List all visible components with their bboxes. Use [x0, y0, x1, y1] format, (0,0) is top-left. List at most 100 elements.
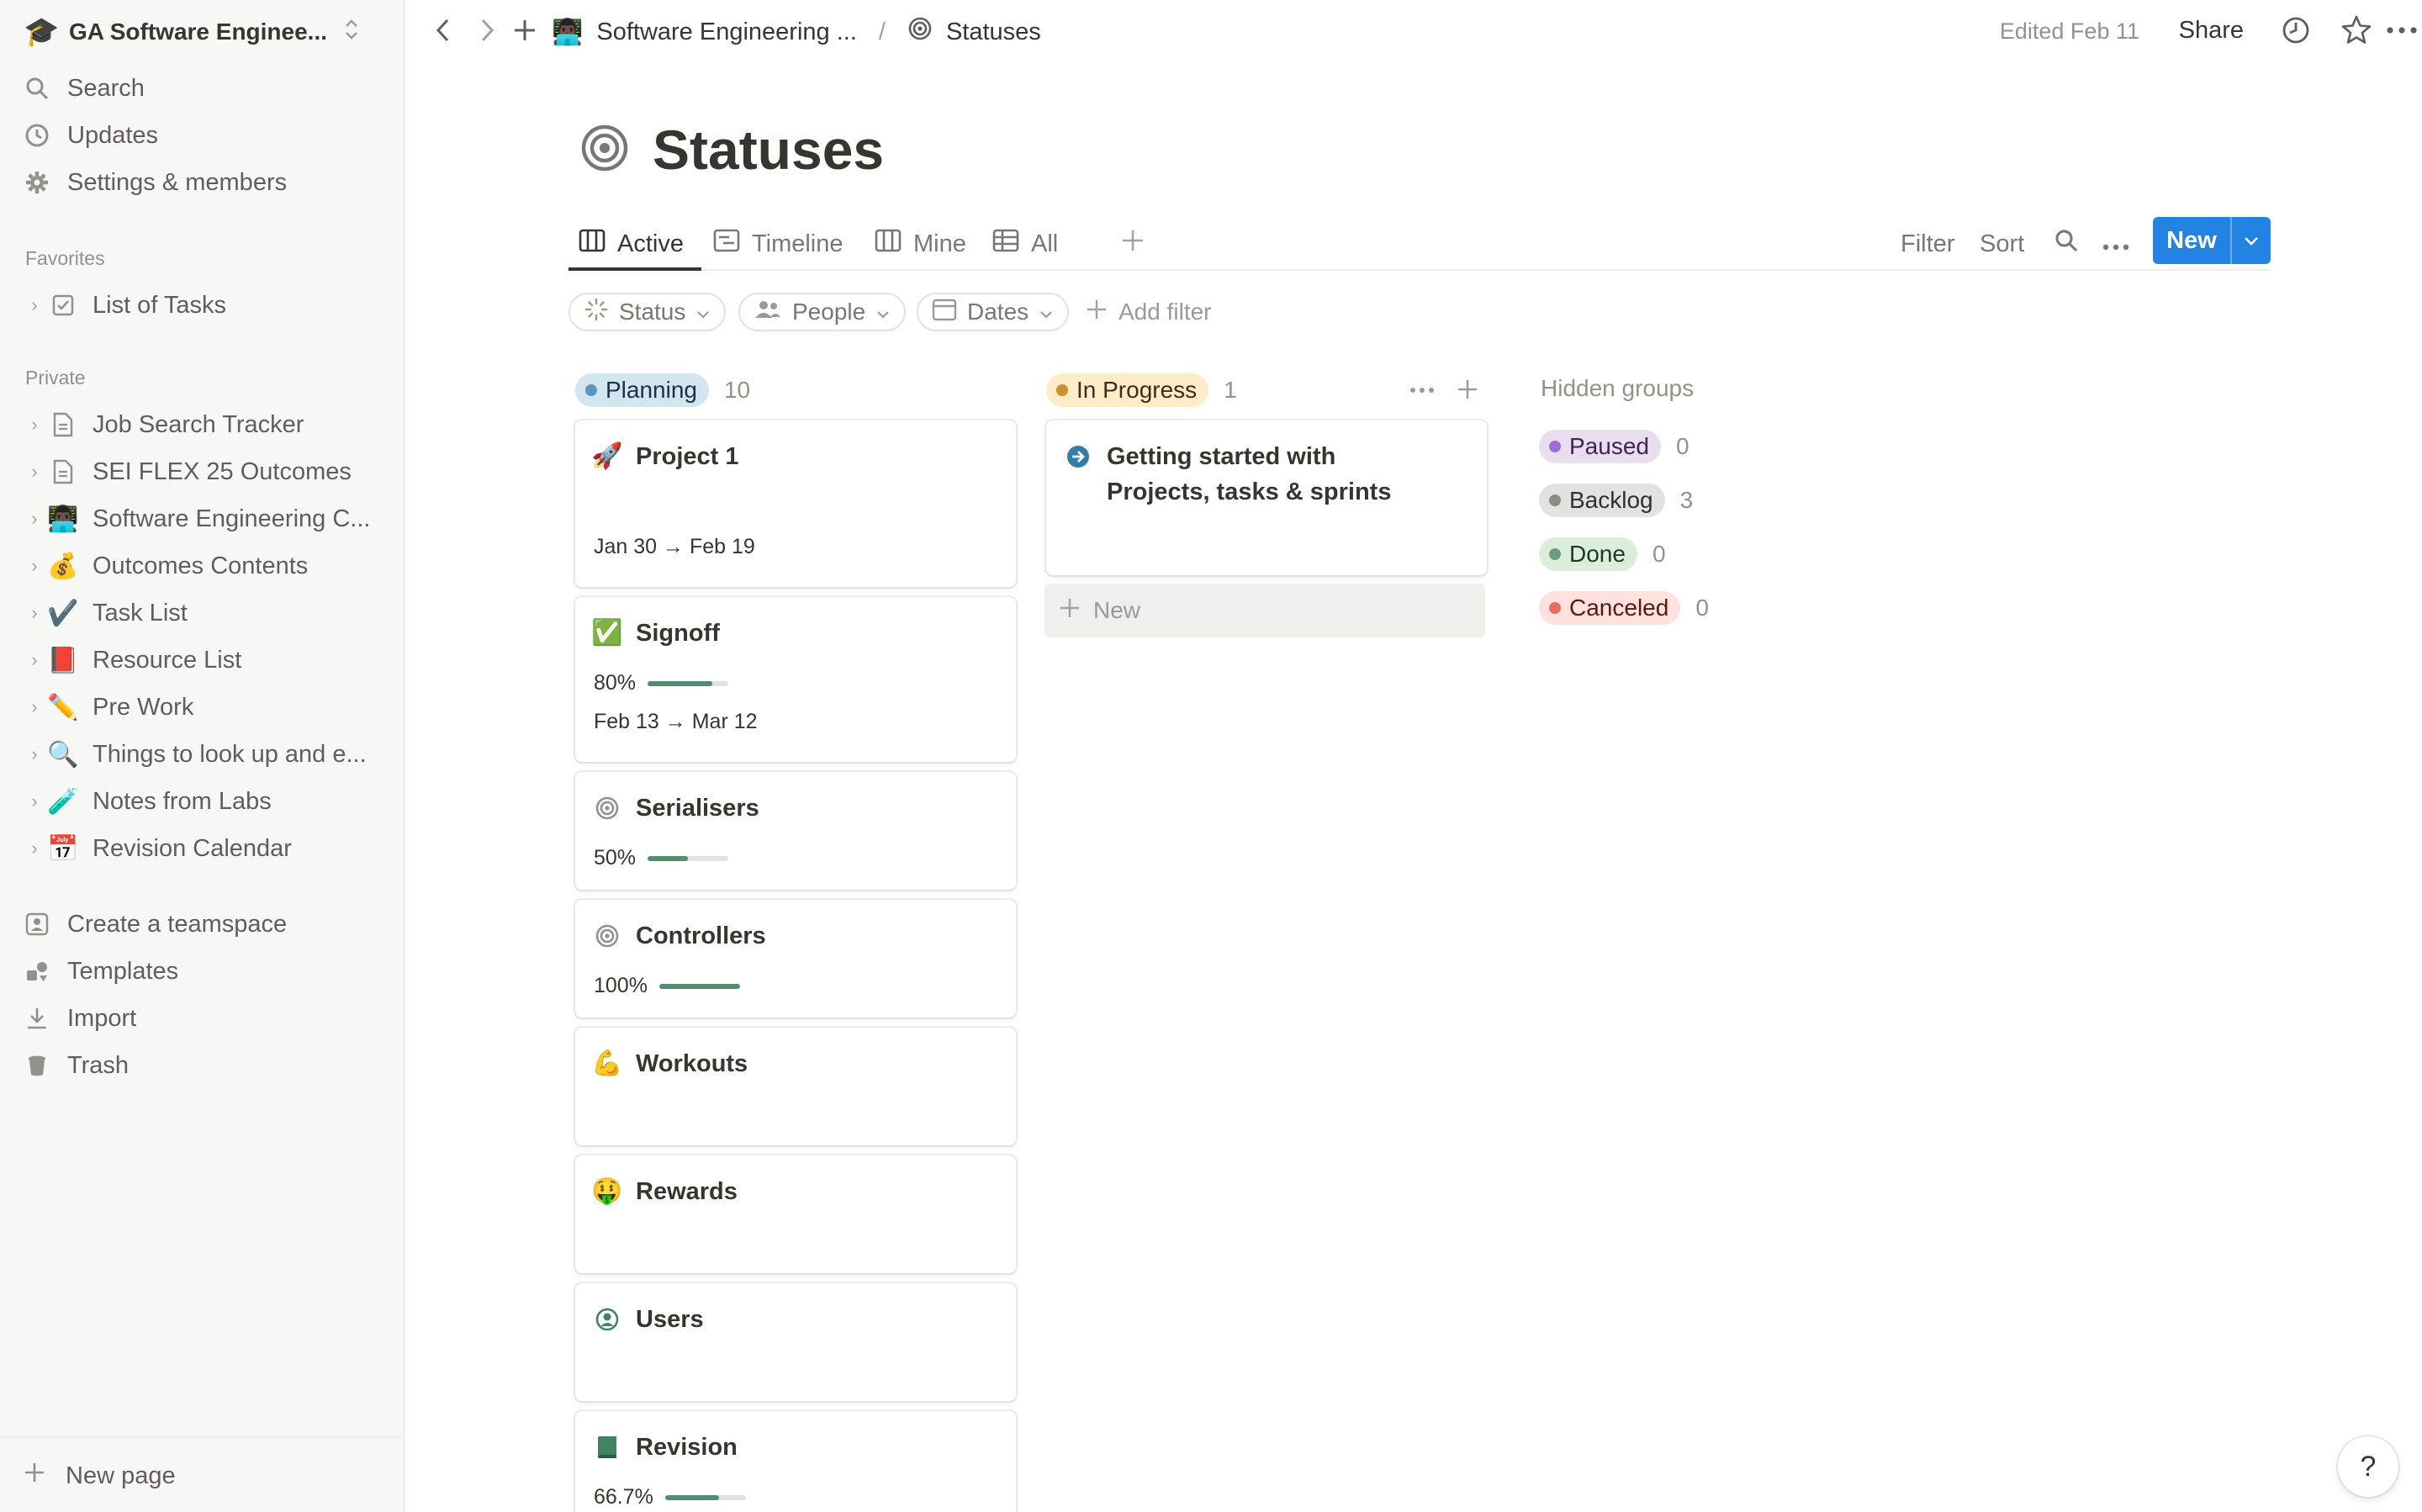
divider	[0, 1436, 404, 1438]
chevron-right-icon[interactable]: ›	[24, 790, 45, 812]
sidebar-item-task-list[interactable]: › ✔️ Task List	[24, 592, 188, 634]
status-tag-planning[interactable]: Planning	[575, 373, 709, 407]
chevron-down-icon[interactable]	[2230, 217, 2271, 264]
breadcrumb-item-software-engineering[interactable]: 👨🏿‍💻 Software Engineering ...	[552, 18, 857, 47]
group-count: 0	[1675, 433, 1690, 459]
table-icon	[992, 229, 1019, 259]
hidden-group-paused[interactable]: Paused 0	[1539, 429, 1690, 464]
card-users[interactable]: Users	[575, 1283, 1016, 1401]
breadcrumb-item-statuses[interactable]: Statuses	[907, 16, 1041, 48]
target-icon	[592, 918, 622, 954]
chevron-right-icon[interactable]: ›	[24, 696, 45, 718]
chevron-right-icon[interactable]: ›	[24, 555, 45, 577]
dates-filter[interactable]: Dates	[917, 293, 1070, 331]
tab-all[interactable]: All	[992, 224, 1058, 264]
sidebar-item-list-of-tasks[interactable]: › List of Tasks	[24, 284, 226, 326]
sidebar-item-label: List of Tasks	[93, 291, 227, 319]
page-title[interactable]: Statuses	[653, 118, 884, 182]
add-card-button[interactable]: New	[1044, 584, 1485, 637]
share-button[interactable]: Share	[2179, 17, 2244, 45]
chevron-right-icon[interactable]: ›	[24, 461, 45, 483]
new-button[interactable]: New	[2153, 217, 2271, 264]
column-header-planning: Planning 10	[575, 372, 750, 409]
sidebar-item-label: Things to look up and e...	[93, 740, 367, 768]
sidebar-item-resource-list[interactable]: › 📕 Resource List	[24, 639, 241, 681]
progress-fill	[658, 983, 740, 989]
progress-fill	[664, 1494, 719, 1500]
chevron-right-icon[interactable]: ›	[24, 294, 45, 316]
status-dot	[1549, 494, 1561, 506]
card-title-text: Project 1	[636, 443, 739, 470]
card-controllers[interactable]: Controllers 100%	[575, 900, 1016, 1018]
sidebar-item-job-search-tracker[interactable]: › Job Search Tracker	[24, 404, 304, 446]
sidebar-item-software-engineering[interactable]: › 👨🏿‍💻 Software Engineering C...	[24, 498, 370, 540]
technologist-emoji-icon: 👨🏿‍💻	[552, 18, 584, 46]
teamspace-icon	[24, 911, 50, 938]
status-filter[interactable]: Status	[568, 293, 727, 331]
sidebar-item-things-to-look-up[interactable]: › 🔍 Things to look up and e...	[24, 733, 367, 775]
progress-label: 100%	[594, 974, 648, 997]
chevron-right-icon[interactable]: ›	[24, 649, 45, 671]
status-tag-in-progress[interactable]: In Progress	[1046, 373, 1209, 407]
card-revision[interactable]: Revision 66.7%	[575, 1411, 1016, 1512]
book-icon	[592, 1430, 622, 1465]
tab-mine[interactable]: Mine	[875, 224, 966, 264]
people-filter[interactable]: People	[738, 293, 907, 331]
chevron-right-icon[interactable]: ›	[24, 838, 45, 859]
sidebar-create-teamspace[interactable]: Create a teamspace	[24, 903, 287, 945]
search-button[interactable]	[2054, 224, 2079, 264]
plus-icon	[22, 1460, 47, 1492]
magnifier-icon: 🔍	[47, 740, 79, 769]
target-icon[interactable]	[580, 124, 629, 177]
card-signoff[interactable]: ✅ Signoff 80% Feb 13 → Mar 12	[575, 597, 1016, 762]
tab-active[interactable]: Active	[579, 224, 684, 264]
card-workouts[interactable]: 💪 Workouts	[575, 1028, 1016, 1145]
sidebar-templates[interactable]: Templates	[24, 950, 178, 992]
updates-button[interactable]	[2279, 15, 2313, 49]
new-page-button[interactable]: New page	[22, 1455, 176, 1497]
sidebar-search[interactable]: Search	[24, 67, 145, 109]
favorite-button[interactable]	[2340, 15, 2373, 49]
chevron-right-icon[interactable]: ›	[24, 602, 45, 624]
sort-button[interactable]: Sort	[1980, 224, 2024, 264]
card-project-1[interactable]: 🚀 Project 1 Jan 30 → Feb 19	[575, 420, 1016, 587]
tab-timeline[interactable]: Timeline	[713, 224, 843, 264]
hidden-group-backlog[interactable]: Backlog 3	[1539, 483, 1693, 518]
sidebar-item-notes-from-labs[interactable]: › 🧪 Notes from Labs	[24, 780, 272, 822]
sidebar-item-revision-calendar[interactable]: › 📅 Revision Calendar	[24, 827, 292, 870]
group-count: 0	[1652, 541, 1666, 567]
chevron-updown-icon	[344, 19, 359, 45]
sidebar-item-label: Notes from Labs	[93, 787, 272, 815]
sidebar-updates[interactable]: Updates	[24, 114, 158, 156]
sidebar-item-label: Create a teamspace	[67, 910, 288, 938]
back-button[interactable]	[432, 15, 456, 49]
add-page-button[interactable]	[511, 15, 538, 49]
more-horizontal-icon	[2102, 230, 2129, 258]
chevron-right-icon[interactable]: ›	[24, 414, 45, 436]
filter-button[interactable]: Filter	[1901, 224, 1954, 264]
sidebar-trash[interactable]: Trash	[24, 1044, 129, 1086]
card-title-text: Serialisers	[636, 795, 759, 822]
sidebar-import[interactable]: Import	[24, 997, 136, 1039]
hidden-group-done[interactable]: Done 0	[1539, 537, 1666, 572]
card-rewards[interactable]: 🤑 Rewards	[575, 1155, 1016, 1273]
sidebar-item-sei-flex-outcomes[interactable]: › SEI FLEX 25 Outcomes	[24, 451, 352, 493]
chevron-right-icon[interactable]: ›	[24, 743, 45, 765]
chevron-right-icon[interactable]: ›	[24, 508, 45, 530]
card-getting-started[interactable]: Getting started with Projects, tasks & s…	[1046, 420, 1487, 575]
workspace-switcher[interactable]: 🎓 GA Software Enginee...	[24, 15, 359, 49]
card-serialisers[interactable]: Serialisers 50%	[575, 772, 1016, 890]
view-options-button[interactable]	[2102, 224, 2129, 264]
column-options-button[interactable]	[1409, 378, 1435, 404]
private-heading: Private	[25, 367, 86, 389]
column-add-button[interactable]	[1453, 377, 1482, 405]
sidebar-settings[interactable]: Settings & members	[24, 161, 287, 204]
hidden-group-canceled[interactable]: Canceled 0	[1539, 590, 1709, 626]
add-filter-button[interactable]: Add filter	[1085, 293, 1212, 331]
more-options-button[interactable]	[2385, 15, 2419, 49]
forward-button[interactable]	[474, 15, 498, 49]
help-button[interactable]: ?	[2338, 1436, 2398, 1497]
add-view-button[interactable]	[1120, 224, 1145, 264]
sidebar-item-pre-work[interactable]: › ✏️ Pre Work	[24, 686, 193, 728]
sidebar-item-outcomes-contents[interactable]: › 💰 Outcomes Contents	[24, 545, 308, 587]
